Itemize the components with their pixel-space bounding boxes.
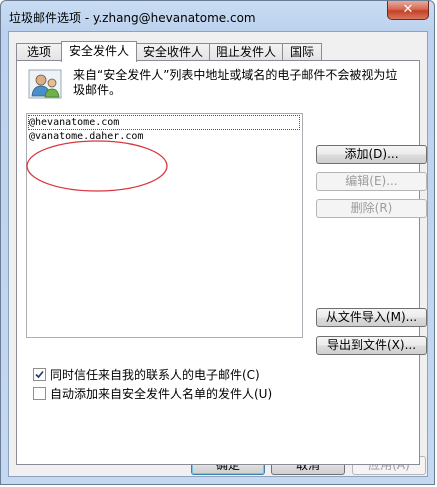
auto-add-checkbox[interactable] bbox=[33, 387, 46, 400]
window-title: 垃圾邮件选项 - y.zhang@hevanatome.com bbox=[9, 11, 256, 25]
trust-contacts-option[interactable]: 同时信任来自我的联系人的电子邮件(C) bbox=[33, 368, 260, 384]
dialog-client-area: 选项 安全发件人 安全收件人 阻止发件人 国际 来自“安全发件人”列表中地址或域… bbox=[8, 31, 428, 477]
tab-blocked-senders[interactable]: 阻止发件人 bbox=[209, 43, 283, 61]
safe-senders-icon bbox=[28, 69, 62, 99]
tab-international[interactable]: 国际 bbox=[282, 43, 322, 61]
remove-button[interactable]: 删除(R) bbox=[316, 199, 427, 218]
safe-senders-panel: 来自“安全发件人”列表中地址或域名的电子邮件不会被视为垃圾邮件。 @hevana… bbox=[16, 60, 427, 465]
auto-add-option[interactable]: 自动添加来自安全发件人名单的发件人(U) bbox=[33, 387, 272, 403]
close-button[interactable]: ✕ bbox=[387, 1, 429, 20]
close-icon: ✕ bbox=[402, 2, 414, 17]
trust-contacts-label: 同时信任来自我的联系人的电子邮件(C) bbox=[50, 368, 260, 382]
checkmark-icon bbox=[35, 370, 44, 379]
tab-options[interactable]: 选项 bbox=[16, 43, 62, 61]
export-to-file-button[interactable]: 导出到文件(X)... bbox=[316, 336, 427, 355]
junk-email-options-window: 垃圾邮件选项 - y.zhang@hevanatome.com ✕ 选项 安全发… bbox=[0, 0, 435, 485]
tab-safe-recipients[interactable]: 安全收件人 bbox=[136, 43, 210, 61]
import-from-file-button[interactable]: 从文件导入(M)... bbox=[316, 308, 427, 327]
trust-contacts-checkbox[interactable] bbox=[33, 368, 46, 381]
auto-add-label: 自动添加来自安全发件人名单的发件人(U) bbox=[50, 387, 273, 401]
list-item[interactable]: @hevanatome.com bbox=[28, 115, 300, 130]
safe-senders-description: 来自“安全发件人”列表中地址或域名的电子邮件不会被视为垃圾邮件。 bbox=[73, 68, 398, 97]
title-bar[interactable]: 垃圾邮件选项 - y.zhang@hevanatome.com ✕ bbox=[1, 1, 434, 31]
safe-senders-list[interactable]: @hevanatome.com @vanatome.daher.com bbox=[26, 113, 303, 338]
edit-button[interactable]: 编辑(E)... bbox=[316, 172, 427, 191]
list-item[interactable]: @vanatome.daher.com bbox=[29, 130, 299, 143]
tab-safe-senders[interactable]: 安全发件人 bbox=[61, 41, 137, 62]
add-button[interactable]: 添加(D)... bbox=[316, 145, 427, 164]
